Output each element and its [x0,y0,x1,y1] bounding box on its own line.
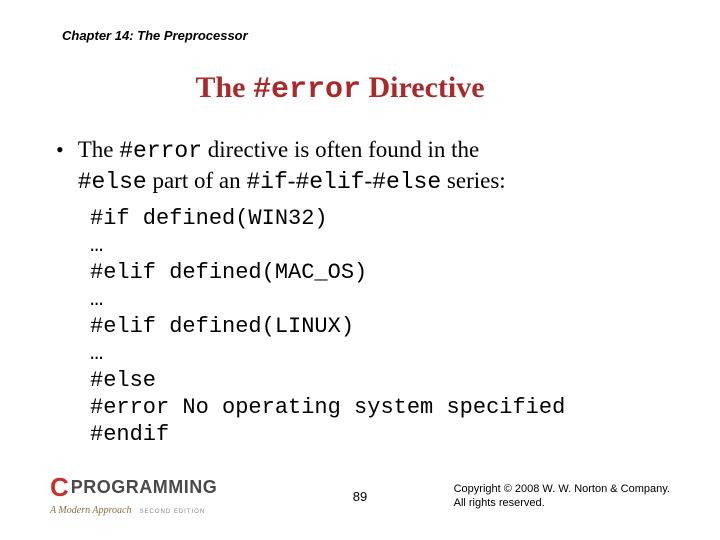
bt1: The [78,137,120,162]
logo-programming: PROGRAMMING [71,478,218,496]
bt3: part of an [147,168,247,193]
bt5: - [364,168,372,193]
copyright-line2: All rights reserved. [454,496,670,510]
bt2: directive is often found in the [202,137,479,162]
logo-c-letter: C [50,474,69,500]
logo-edition: SECOND EDITION [139,509,205,515]
bm4: #elif [295,169,364,195]
copyright-line1: Copyright © 2008 W. W. Norton & Company. [454,482,670,496]
code-block: #if defined(WIN32) … #elif defined(MAC_O… [90,205,670,448]
page-number: 89 [353,489,367,504]
footer: C PROGRAMMING A Modern Approach SECOND E… [50,474,670,518]
bt6: series: [441,168,506,193]
bullet-text: The #error directive is often found in t… [78,135,506,197]
title-pre: The [195,71,253,104]
title-mono: #error [253,73,361,107]
bm1: #error [119,138,202,164]
bullet-block: • The #error directive is often found in… [56,135,670,197]
copyright: Copyright © 2008 W. W. Norton & Company.… [454,482,670,511]
logo-subtitle: A Modern Approach [50,505,131,516]
title-post: Directive [361,71,485,104]
bullet-dot: • [56,135,64,165]
bm5: #else [372,169,441,195]
bm2: #else [78,169,147,195]
chapter-header: Chapter 14: The Preprocessor [62,28,670,43]
slide-title: The #error Directive [10,71,670,107]
bm3: #if [246,169,287,195]
logo: C PROGRAMMING A Modern Approach SECOND E… [50,474,217,518]
